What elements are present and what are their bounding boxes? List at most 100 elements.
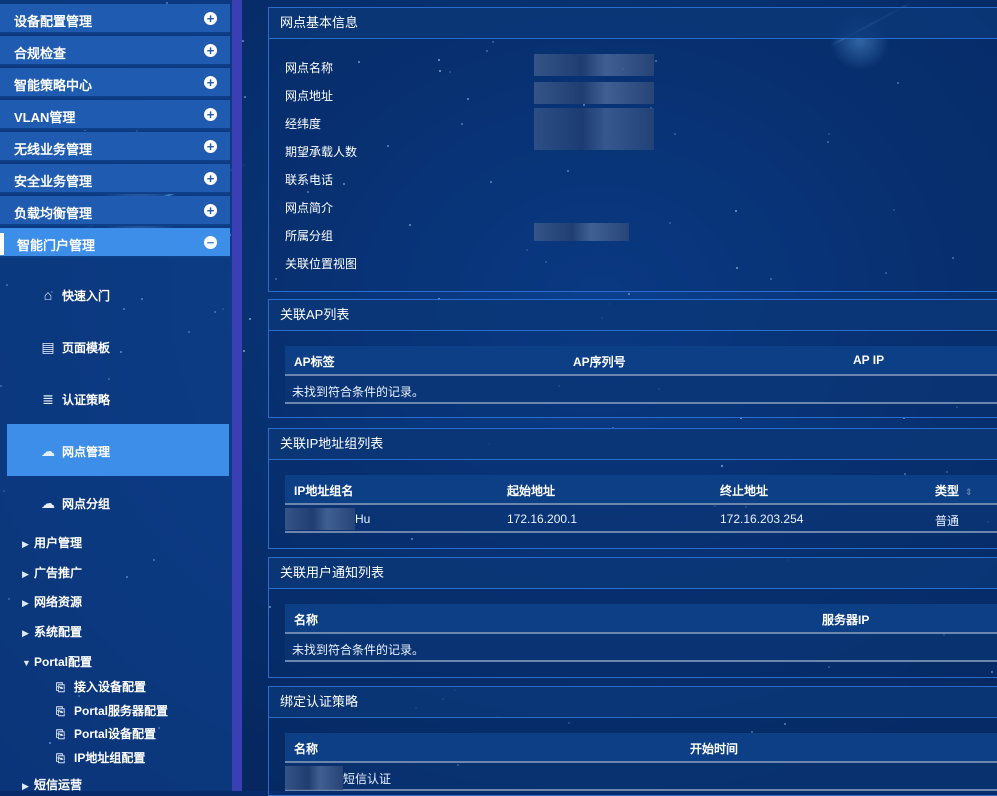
sub-item-auth-policy[interactable]: ≣ 认证策略 — [0, 372, 230, 424]
column-header[interactable]: AP IP — [853, 353, 884, 367]
tree-ad-promotion[interactable]: ▶ 广告推广 — [22, 564, 82, 584]
column-header[interactable]: 名称 — [294, 611, 318, 628]
column-header-label: 类型 — [935, 484, 960, 498]
table-row[interactable]: 短信认证 — [285, 763, 997, 791]
panel-title: 关联AP列表 — [269, 300, 997, 331]
tree-access-device-config[interactable]: ⎘ 接入设备配置 — [56, 678, 146, 698]
caret-right-icon: ▶ — [22, 539, 29, 549]
field-label: 关联位置视图 — [285, 257, 358, 271]
tree-label: 系统配置 — [34, 625, 83, 639]
auth-policy-table: 名称 开始时间 短信认证 — [285, 733, 997, 791]
menu-smart-policy[interactable]: 智能策略中心 + — [0, 68, 230, 98]
menu-label: 安全业务管理 — [14, 174, 93, 189]
tree-label: 广告推广 — [34, 566, 83, 580]
empty-message: 未找到符合条件的记录。 — [292, 385, 425, 399]
tree-child-label: Portal服务器配置 — [74, 704, 169, 718]
cloud-icon: ☁ — [41, 443, 55, 459]
tree-sms-operations[interactable]: ▶ 短信运营 — [22, 776, 82, 796]
panel-title: 关联用户通知列表 — [269, 558, 997, 589]
sub-item-quick-start[interactable]: ⌂ 快速入门 — [0, 268, 230, 320]
cell-end-address: 172.16.203.254 — [720, 512, 804, 526]
ap-list-panel: 关联AP列表 AP标签 AP序列号 AP IP 未找到符合条件的记录。 — [268, 299, 997, 418]
auth-policy-panel: 绑定认证策略 名称 开始时间 短信认证 — [268, 686, 997, 796]
tree-label: 用户管理 — [34, 536, 83, 550]
caret-right-icon: ▶ — [22, 628, 29, 638]
sub-item-site-group[interactable]: ☁ 网点分组 — [0, 476, 230, 528]
ap-table: AP标签 AP序列号 AP IP 未找到符合条件的记录。 — [285, 346, 997, 404]
sidebar-scroll-edge[interactable] — [232, 0, 242, 791]
menu-smart-portal[interactable]: 智能门户管理 − — [0, 228, 230, 258]
tree-network-resource[interactable]: ▶ 网络资源 — [22, 593, 82, 613]
tree-ip-group-config[interactable]: ⎘ IP地址组配置 — [56, 749, 145, 769]
menu-load-balance[interactable]: 负载均衡管理 + — [0, 196, 230, 226]
auth-policy-icon: ≣ — [42, 391, 54, 407]
expand-plus-icon[interactable]: + — [204, 140, 217, 153]
tree-system-config[interactable]: ▶ 系统配置 — [22, 623, 82, 643]
cell-name: Hu — [355, 512, 371, 526]
table-header: AP标签 AP序列号 AP IP — [285, 346, 997, 376]
menu-device-config[interactable]: 设备配置管理 + — [0, 4, 230, 34]
redacted-value — [285, 766, 343, 790]
template-icon: ▤ — [41, 339, 55, 355]
menu-label: 设备配置管理 — [14, 14, 93, 29]
expand-plus-icon[interactable]: + — [204, 108, 217, 121]
redacted-value — [534, 54, 654, 76]
ip-group-icon: ⎘ — [56, 753, 65, 765]
field-label: 网点名称 — [285, 61, 334, 75]
column-header[interactable]: AP标签 — [294, 353, 335, 370]
cell-name: 短信认证 — [343, 772, 392, 786]
caret-right-icon: ▶ — [22, 569, 29, 579]
expand-plus-icon[interactable]: + — [204, 12, 217, 25]
caret-right-icon: ▶ — [22, 781, 29, 791]
menu-vlan[interactable]: VLAN管理 + — [0, 100, 230, 130]
table-row[interactable]: Hu 172.16.200.1 172.16.203.254 普通 — [285, 505, 997, 533]
panel-title: 关联IP地址组列表 — [269, 429, 997, 460]
menu-label: 合规检查 — [14, 46, 67, 61]
menu-compliance-check[interactable]: 合规检查 + — [0, 36, 230, 66]
column-header[interactable]: AP序列号 — [573, 353, 626, 370]
ip-group-list-panel: 关联IP地址组列表 IP地址组名 起始地址 终止地址 类型 ⇕ Hu 172.16… — [268, 428, 997, 549]
cloud-group-icon: ☁ — [41, 495, 55, 511]
sub-item-page-template[interactable]: ▤ 页面模板 — [0, 320, 230, 372]
sub-item-label: 快速入门 — [62, 289, 111, 303]
column-header-sortable[interactable]: 类型 ⇕ — [935, 482, 973, 499]
expand-plus-icon[interactable]: + — [204, 76, 217, 89]
cell-type: 普通 — [935, 514, 960, 528]
sub-item-label: 网点分组 — [62, 497, 111, 511]
menu-label: VLAN管理 — [14, 110, 76, 125]
tree-user-management[interactable]: ▶ 用户管理 — [22, 534, 82, 554]
menu-label: 智能门户管理 — [17, 238, 96, 253]
expand-plus-icon[interactable]: + — [204, 172, 217, 185]
expand-plus-icon[interactable]: + — [204, 44, 217, 57]
tree-portal-device-config[interactable]: ⎘ Portal设备配置 — [56, 725, 156, 745]
star-dot — [244, 96, 246, 98]
table-header: 名称 开始时间 — [285, 733, 997, 763]
tree-child-label: 接入设备配置 — [74, 680, 147, 694]
column-header[interactable]: 名称 — [294, 740, 318, 757]
sort-icon[interactable]: ⇕ — [965, 487, 973, 498]
star-dot — [243, 350, 245, 352]
expand-plus-icon[interactable]: + — [204, 204, 217, 217]
active-indicator — [0, 233, 4, 255]
menu-wireless[interactable]: 无线业务管理 + — [0, 132, 230, 162]
sub-item-label: 认证策略 — [62, 393, 111, 407]
tree-child-label: IP地址组配置 — [74, 751, 146, 765]
column-header[interactable]: 终止地址 — [720, 482, 768, 499]
panel-title: 网点基本信息 — [269, 8, 997, 39]
column-header[interactable]: 开始时间 — [690, 740, 738, 757]
sub-item-site-management[interactable]: ☁ 网点管理 — [7, 424, 229, 476]
portal-server-icon: ⎘ — [56, 706, 65, 718]
tree-portal-config[interactable]: ▼ Portal配置 — [22, 653, 92, 673]
column-header[interactable]: 起始地址 — [507, 482, 555, 499]
tree-portal-server-config[interactable]: ⎘ Portal服务器配置 — [56, 702, 168, 722]
empty-message: 未找到符合条件的记录。 — [292, 643, 425, 657]
collapse-minus-icon[interactable]: − — [204, 236, 217, 249]
column-header[interactable]: 服务器IP — [822, 611, 869, 628]
sub-item-label: 页面模板 — [62, 341, 111, 355]
menu-security[interactable]: 安全业务管理 + — [0, 164, 230, 194]
column-header[interactable]: IP地址组名 — [294, 482, 353, 499]
redacted-value — [534, 108, 654, 150]
basic-info-panel: 网点基本信息 网点名称 网点地址 经纬度 期望承载人数 联系电话 网点简介 所属… — [268, 7, 997, 292]
cell-start-address: 172.16.200.1 — [507, 512, 578, 526]
sub-item-label: 网点管理 — [62, 445, 111, 459]
